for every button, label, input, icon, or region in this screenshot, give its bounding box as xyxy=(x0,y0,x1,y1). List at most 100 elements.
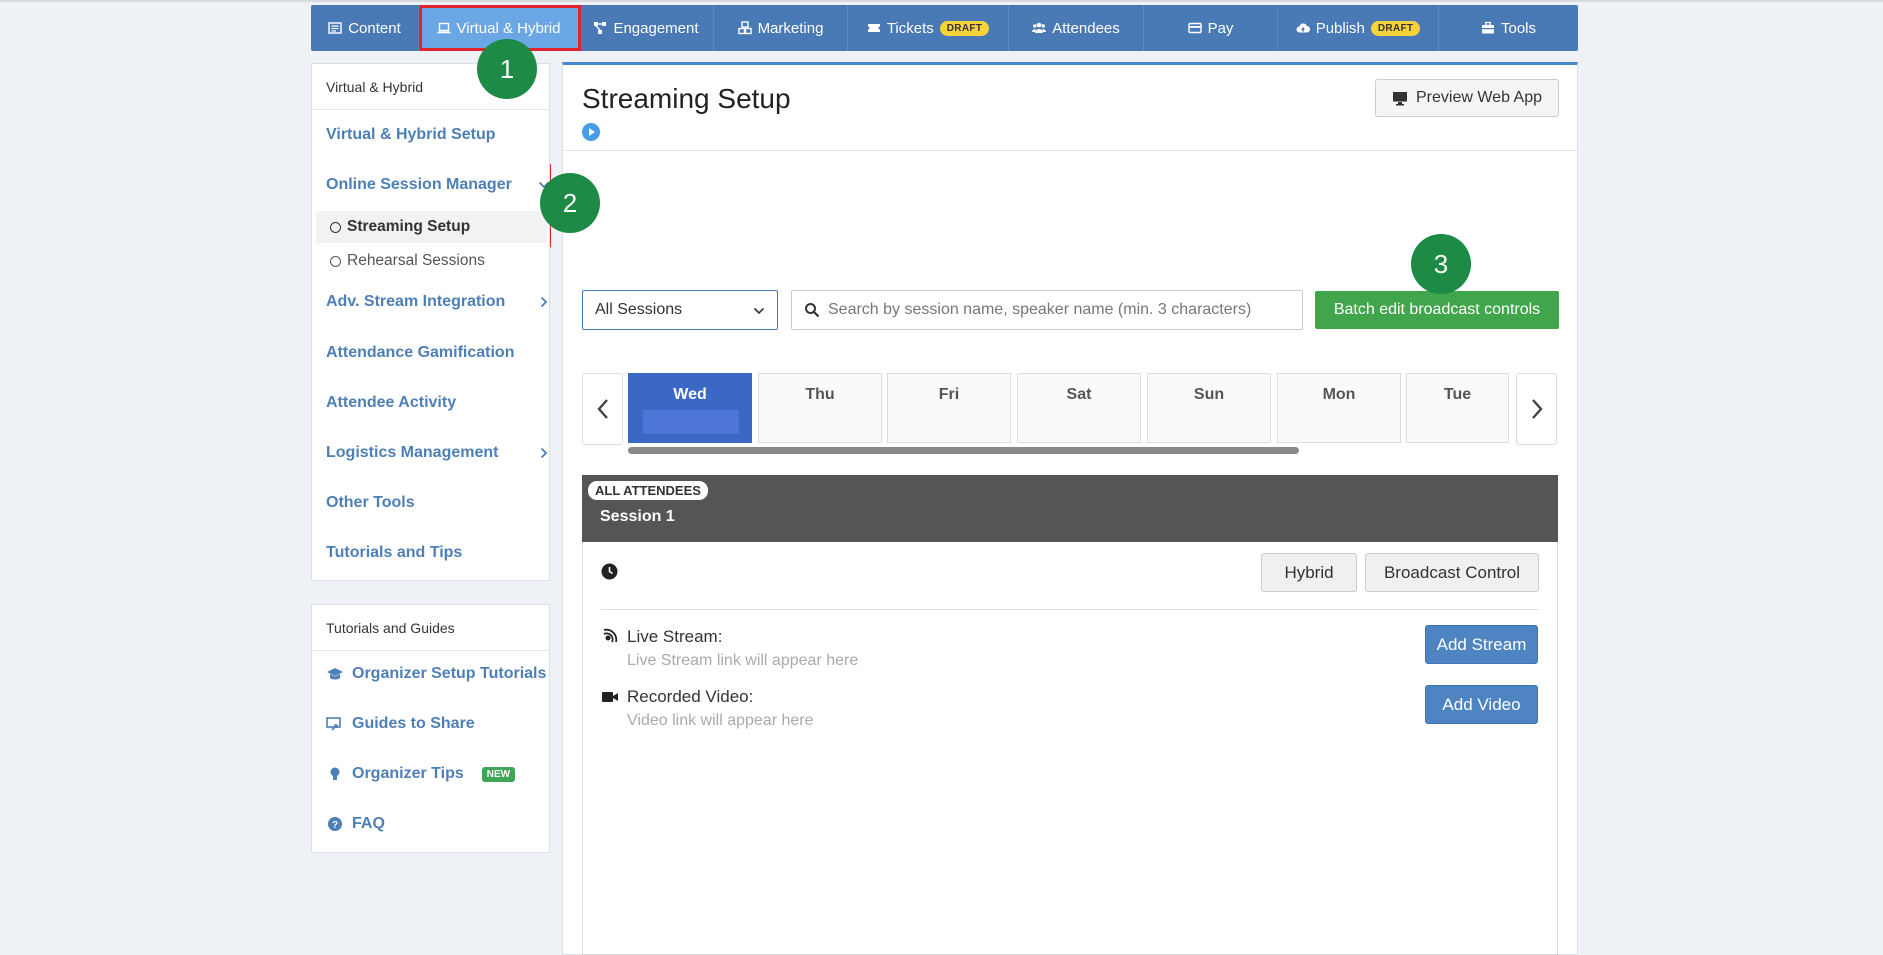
sidebar-item-label: Tutorials and Tips xyxy=(326,544,463,561)
circle-icon xyxy=(330,255,341,267)
sidebar-item-streaming-setup[interactable]: Streaming Setup xyxy=(330,218,470,236)
live-stream-label: Live Stream: xyxy=(627,627,723,646)
draft-badge: DRAFT xyxy=(1370,20,1421,36)
sidebar-item-label: Rehearsal Sessions xyxy=(347,252,485,269)
sidebar-item-tutorials-tips[interactable]: Tutorials and Tips xyxy=(326,544,462,562)
guide-label: Organizer Setup Tutorials xyxy=(352,665,547,682)
page-title: Streaming Setup xyxy=(582,83,791,114)
guides-header: Tutorials and Guides xyxy=(312,605,549,651)
nav-content[interactable]: Content xyxy=(311,5,419,51)
sidebar-item-virtual-hybrid-setup[interactable]: Virtual & Hybrid Setup xyxy=(326,126,496,144)
session-divider xyxy=(601,609,1539,610)
next-day-button[interactable] xyxy=(1516,373,1557,445)
nav-label: Tickets xyxy=(886,19,934,37)
guide-organizer-setup-tutorials[interactable]: Organizer Setup Tutorials xyxy=(326,665,546,683)
top-border xyxy=(0,0,1883,2)
clock-icon xyxy=(601,563,618,580)
day-label: Tue xyxy=(1443,386,1472,403)
session-header: ALL ATTENDEES Session 1 xyxy=(582,475,1558,542)
users-icon xyxy=(1032,22,1047,33)
nav-label: Content xyxy=(348,19,401,37)
sidebar-item-label: Attendee Activity xyxy=(326,394,457,411)
live-stream-placeholder: Live Stream link will appear here xyxy=(627,652,859,669)
video-camera-icon xyxy=(602,692,618,702)
search-box xyxy=(791,290,1303,330)
nav-label: Attendees xyxy=(1052,19,1120,37)
chevron-right-icon xyxy=(1531,399,1543,419)
graduation-cap-icon xyxy=(327,668,343,680)
svg-text:?: ? xyxy=(332,820,338,831)
day-tab-mon[interactable]: Mon xyxy=(1277,373,1401,443)
add-stream-button[interactable]: Add Stream xyxy=(1425,625,1538,664)
hybrid-button[interactable]: Hybrid xyxy=(1261,553,1357,592)
select-value: All Sessions xyxy=(595,301,683,318)
session-card: Hybrid Broadcast Control Live Stream: Li… xyxy=(582,475,1558,955)
header-divider xyxy=(563,150,1577,151)
broadcast-control-button[interactable]: Broadcast Control xyxy=(1365,553,1539,592)
day-tab-sun[interactable]: Sun xyxy=(1147,373,1271,443)
share-screen-icon xyxy=(326,717,341,731)
sidebar-item-label: Logistics Management xyxy=(326,444,499,461)
sidebar-item-attendance-gamification[interactable]: Attendance Gamification xyxy=(326,344,514,362)
sidebar-item-online-session-manager[interactable]: Online Session Manager xyxy=(326,176,550,194)
guides-panel: Tutorials and Guides Organizer Setup Tut… xyxy=(311,604,550,853)
recorded-video-placeholder: Video link will appear here xyxy=(627,712,814,729)
step-badge-1: 1 xyxy=(477,39,537,99)
sidebar-item-attendee-activity[interactable]: Attendee Activity xyxy=(326,394,456,412)
day-label: Mon xyxy=(1322,386,1356,403)
chevron-right-icon xyxy=(540,447,548,459)
guide-guides-to-share[interactable]: Guides to Share xyxy=(326,715,475,733)
nav-attendees[interactable]: Attendees xyxy=(1009,5,1144,51)
day-tab-tue[interactable]: Tue xyxy=(1406,373,1509,443)
sidebar-item-label: Online Session Manager xyxy=(326,176,512,193)
sidebar-item-label: Adv. Stream Integration xyxy=(326,293,506,310)
sidebar-item-label: Other Tools xyxy=(326,494,415,511)
preview-web-app-button[interactable]: Preview Web App xyxy=(1375,79,1559,117)
lightbulb-icon xyxy=(330,767,340,780)
nav-label: Pay xyxy=(1207,19,1234,37)
nav-tools[interactable]: Tools xyxy=(1439,5,1578,51)
question-circle-icon: ? xyxy=(328,817,342,831)
day-label: Sun xyxy=(1193,386,1225,403)
sidebar-item-adv-stream-integration[interactable]: Adv. Stream Integration xyxy=(326,293,548,311)
sidebar-item-rehearsal-sessions[interactable]: Rehearsal Sessions xyxy=(330,252,485,270)
day-tab-wed[interactable]: Wed xyxy=(628,373,752,443)
guide-label: Guides to Share xyxy=(352,715,475,732)
nav-tickets[interactable]: Tickets DRAFT xyxy=(848,5,1009,51)
circle-icon xyxy=(330,221,341,233)
sidebar-item-label: Virtual & Hybrid Setup xyxy=(326,126,496,143)
nav-pay[interactable]: Pay xyxy=(1144,5,1278,51)
search-input[interactable] xyxy=(828,301,1288,319)
live-stream-icon xyxy=(603,628,618,643)
nav-engagement[interactable]: Engagement xyxy=(579,5,714,51)
day-tab-sat[interactable]: Sat xyxy=(1017,373,1141,443)
prev-day-button[interactable] xyxy=(582,373,623,445)
guide-organizer-tips[interactable]: Organizer Tips NEW xyxy=(326,765,516,783)
list-icon xyxy=(328,22,342,34)
audience-badge: ALL ATTENDEES xyxy=(588,481,708,500)
sidebar-panel: Virtual & Hybrid Virtual & Hybrid Setup … xyxy=(311,63,550,581)
add-video-button[interactable]: Add Video xyxy=(1425,685,1538,724)
day-date-placeholder xyxy=(643,410,739,434)
chevron-down-icon xyxy=(753,307,765,315)
day-scrollbar[interactable] xyxy=(628,447,1299,454)
guide-faq[interactable]: ? FAQ xyxy=(326,815,385,833)
credit-card-icon xyxy=(1187,22,1202,34)
day-tab-thu[interactable]: Thu xyxy=(758,373,882,443)
sidebar-item-other-tools[interactable]: Other Tools xyxy=(326,494,415,512)
recorded-video-label: Recorded Video: xyxy=(627,687,754,706)
cloud-upload-icon xyxy=(1296,23,1310,33)
guide-label: FAQ xyxy=(352,815,385,832)
session-filter-select[interactable]: All Sessions xyxy=(582,290,778,330)
chevron-right-icon xyxy=(540,296,548,308)
new-badge: NEW xyxy=(481,766,516,782)
play-icon[interactable] xyxy=(582,123,600,141)
day-label: Fri xyxy=(938,386,960,403)
sidebar-item-logistics-management[interactable]: Logistics Management xyxy=(326,444,548,462)
nav-publish[interactable]: Publish DRAFT xyxy=(1278,5,1439,51)
nav-marketing[interactable]: Marketing xyxy=(714,5,848,51)
day-tab-fri[interactable]: Fri xyxy=(887,373,1011,443)
day-label: Sat xyxy=(1066,386,1092,403)
sidebar-item-label: Attendance Gamification xyxy=(326,344,515,361)
batch-edit-broadcast-button[interactable]: Batch edit broadcast controls xyxy=(1315,291,1559,329)
